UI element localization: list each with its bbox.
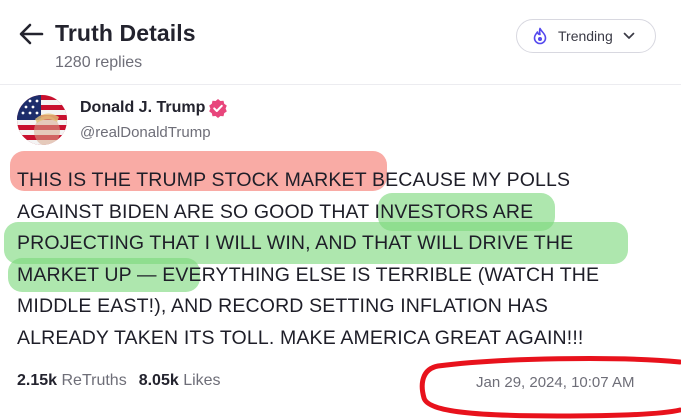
author-handle[interactable]: @realDonaldTrump — [80, 124, 211, 141]
post-line: MIDDLE EAST!), AND RECORD SETTING INFLAT… — [17, 295, 549, 318]
header-divider — [0, 84, 681, 85]
post-stats: 2.15k ReTruths 8.05k Likes — [17, 372, 221, 390]
post-line: THIS IS THE TRUMP STOCK MARKET BECAUSE M… — [17, 169, 571, 191]
page-header: Truth Details 1280 replies Trending — [0, 0, 681, 80]
retruths-count: 2.15k — [17, 372, 58, 389]
likes-stat[interactable]: 8.05k Likes — [139, 372, 221, 390]
back-arrow-icon[interactable] — [18, 22, 44, 46]
likes-count: 8.05k — [138, 372, 179, 389]
post-line: PROJECTING THAT I WILL WIN, AND THAT WIL… — [17, 232, 574, 255]
post-line: MARKET UP — EVERYTHING ELSE IS TERRIBLE … — [17, 263, 600, 286]
replies-count: 1280 replies — [55, 54, 143, 71]
trending-label: Trending — [558, 28, 613, 44]
retruths-stat[interactable]: 2.15k ReTruths — [17, 372, 127, 390]
page-title: Truth Details — [55, 20, 196, 46]
verified-icon — [209, 99, 227, 118]
post-line: ALREADY TAKEN ITS TOLL. MAKE AMERICA GRE… — [17, 326, 584, 349]
trending-dropdown[interactable]: Trending — [516, 19, 656, 53]
trending-icon — [533, 27, 547, 45]
red-circle-annotation — [419, 356, 681, 419]
author-name[interactable]: Donald J. Trump — [80, 99, 205, 117]
likes-label: Likes — [183, 372, 221, 389]
avatar-flag-image — [17, 95, 67, 145]
retruths-label: ReTruths — [61, 372, 127, 389]
post-line: AGAINST BIDEN ARE SO GOOD THAT INVESTORS… — [17, 200, 534, 223]
chevron-down-icon — [623, 32, 635, 39]
post-body: THIS IS THE TRUMP STOCK MARKET BECAUSE M… — [17, 165, 642, 355]
avatar[interactable] — [17, 95, 67, 145]
